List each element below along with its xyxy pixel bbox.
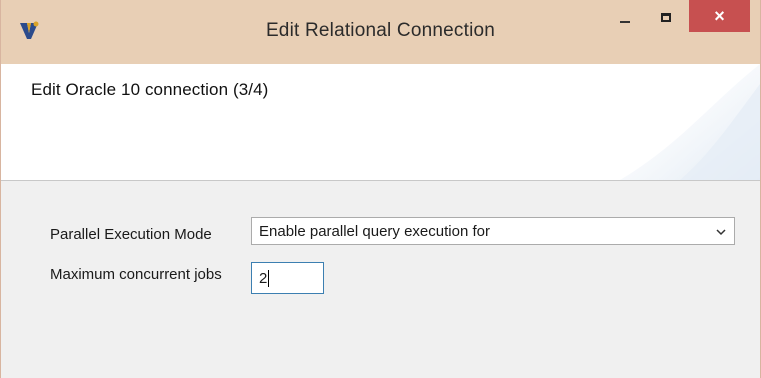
- dialog-window: Edit Relational Connection × Edit Oracle…: [0, 0, 761, 378]
- max-jobs-value: 2: [259, 270, 268, 287]
- wizard-header: Edit Oracle 10 connection (3/4): [1, 64, 760, 181]
- parallel-mode-value: Enable parallel query execution for: [259, 223, 490, 240]
- parallel-mode-label: Parallel Execution Mode: [50, 226, 212, 243]
- form-body: Parallel Execution Mode Enable parallel …: [1, 181, 760, 378]
- text-caret: [268, 270, 269, 287]
- close-button[interactable]: ×: [689, 0, 750, 32]
- max-jobs-label: Maximum concurrent jobs: [50, 266, 222, 283]
- chevron-down-icon[interactable]: [716, 227, 726, 237]
- header-decoration: [620, 64, 760, 180]
- minimize-icon: [620, 21, 630, 23]
- parallel-mode-select[interactable]: Enable parallel query execution for: [251, 217, 735, 245]
- max-jobs-input[interactable]: 2: [251, 262, 324, 294]
- maximize-button[interactable]: [646, 0, 686, 34]
- maximize-icon: [661, 12, 671, 22]
- page-title: Edit Oracle 10 connection (3/4): [31, 80, 269, 99]
- close-icon: ×: [714, 5, 725, 26]
- minimize-button[interactable]: [605, 0, 645, 34]
- title-bar[interactable]: Edit Relational Connection ×: [1, 0, 760, 64]
